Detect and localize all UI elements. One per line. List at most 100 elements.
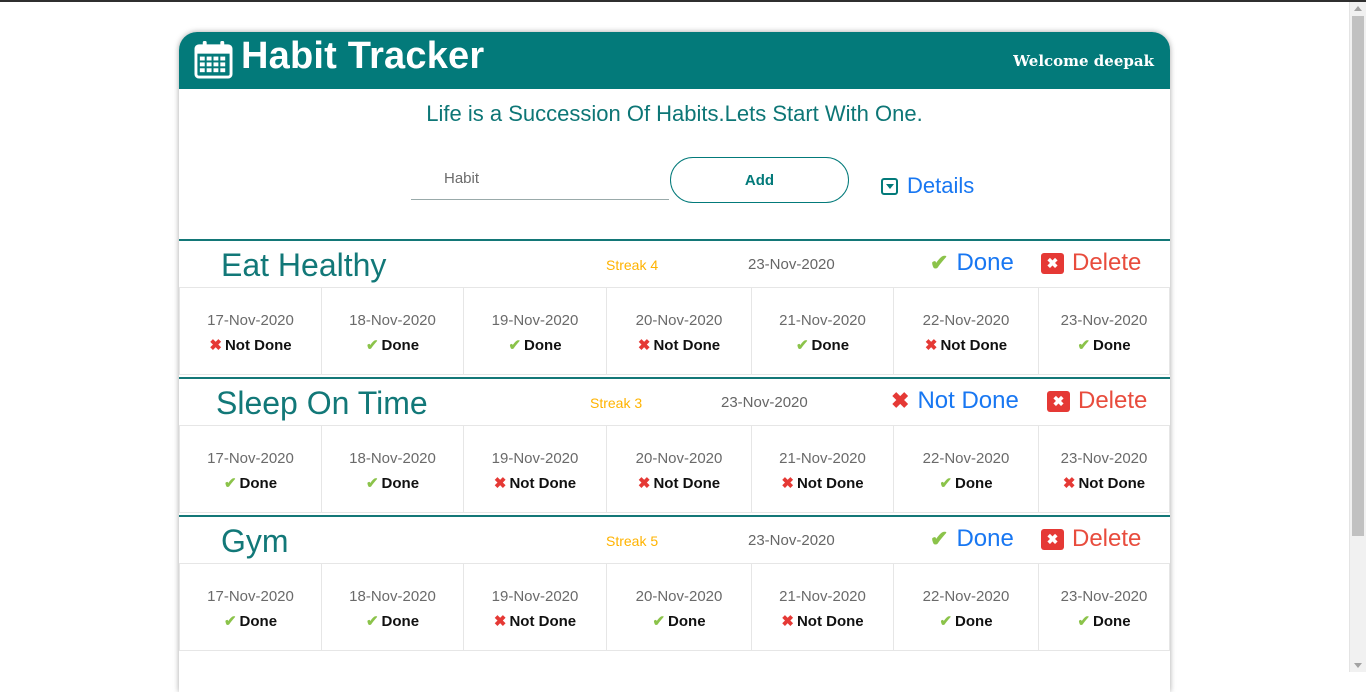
x-icon: ✖ [1062,475,1076,492]
habit-date: 23-Nov-2020 [748,532,835,549]
day-status-label: Done [381,337,420,354]
day-status-label: Done [239,613,278,630]
check-icon: ✔ [930,250,949,275]
habit-status-toggle[interactable]: ✔ Done [930,249,1014,277]
habit-status-toggle[interactable]: ✖ Not Done [891,387,1019,415]
day-status: ✖ Not Done [752,612,893,630]
day-status: ✔ Done [1039,336,1169,354]
habit-name: Gym [221,523,289,559]
scrollbar-thumb[interactable] [1352,16,1364,536]
day-date: 21-Nov-2020 [779,312,866,329]
habit-status-label: Done [956,525,1014,552]
day-status: ✖ Not Done [1039,474,1169,492]
check-icon: ✔ [652,613,666,630]
day-status: ✔ Done [180,612,321,630]
check-icon: ✔ [930,526,949,551]
x-icon: ✖ [781,475,794,492]
day-status: ✖ Not Done [752,474,893,492]
habit-name: Sleep On Time [216,385,428,421]
details-toggle[interactable]: Details [881,173,974,199]
day-status-label: Done [668,613,706,630]
day-status-label: Done [524,337,562,354]
day-status: ✔ Done [322,474,463,492]
streak-label: Streak 4 [606,257,659,273]
day-date: 22-Nov-2020 [922,312,1010,329]
day-status-label: Done [381,613,420,630]
habit-input[interactable] [411,158,669,200]
day-status: ✔ Done [607,612,751,630]
habit-date: 23-Nov-2020 [748,256,835,273]
app-title: Habit Tracker [241,35,485,77]
day-status: ✔ Done [752,336,893,354]
day-cell: 21-Nov-2020 ✖ Not Done [751,425,894,513]
day-status: ✖ Not Done [894,336,1038,354]
x-icon: ✖ [637,337,651,354]
scroll-down-arrow[interactable] [1354,663,1362,668]
streak-label: Streak 5 [606,533,659,549]
day-status-label: Not Done [224,337,292,354]
delete-button[interactable]: ✖ Delete [1041,249,1141,277]
habit-status-label: Not Done [917,387,1019,414]
x-square-icon: ✖ [1041,528,1064,550]
check-icon: ✔ [365,613,379,630]
day-date: 17-Nov-2020 [207,312,294,329]
day-cell: 17-Nov-2020 ✔ Done [179,425,322,513]
x-icon: ✖ [924,337,938,354]
day-status-label: Not Done [796,613,864,630]
scroll-up-arrow[interactable] [1354,6,1362,11]
habit-status-label: Done [956,249,1014,276]
caret-square-down-icon [881,177,898,195]
day-status: ✖ Not Done [464,474,606,492]
day-cell: 21-Nov-2020 ✖ Not Done [751,563,894,651]
day-date: 18-Nov-2020 [349,588,436,605]
delete-button[interactable]: ✖ Delete [1047,387,1147,415]
page-scrollbar[interactable] [1349,2,1366,672]
check-icon: ✔ [939,475,953,492]
day-status: ✔ Done [464,336,606,354]
day-date: 21-Nov-2020 [779,588,866,605]
day-cell: 18-Nov-2020 ✔ Done [321,287,464,375]
delete-label: Delete [1072,525,1142,552]
day-status: ✔ Done [180,474,321,492]
day-date: 23-Nov-2020 [1060,312,1148,329]
day-status-label: Done [1093,613,1131,630]
day-date: 22-Nov-2020 [922,450,1010,467]
day-cell: 23-Nov-2020 ✔ Done [1038,287,1170,375]
habit-status-toggle[interactable]: ✔ Done [930,525,1014,553]
day-date: 22-Nov-2020 [922,588,1010,605]
day-cell: 20-Nov-2020 ✔ Done [606,563,752,651]
tagline: Life is a Succession Of Habits.Lets Star… [426,101,923,126]
day-status-label: Done [811,337,850,354]
welcome-text: Welcome deepak [1013,52,1154,70]
delete-label: Delete [1078,387,1148,414]
habit-row: Gym Streak 5 23-Nov-2020 ✔ Done ✖ Delete 17-Nov… [179,515,1170,653]
day-cell: 22-Nov-2020 ✔ Done [893,425,1039,513]
day-cell: 22-Nov-2020 ✖ Not Done [893,287,1039,375]
day-cell: 19-Nov-2020 ✖ Not Done [463,425,607,513]
day-status-label: Not Done [509,475,577,492]
day-status-label: Not Done [653,337,721,354]
x-square-icon: ✖ [1047,390,1070,412]
check-icon: ✔ [508,337,522,354]
app-header: Habit Tracker Welcome deepak [179,32,1170,89]
habit-name: Eat Healthy [221,247,387,283]
day-cell: 17-Nov-2020 ✖ Not Done [179,287,322,375]
check-icon: ✔ [1077,613,1091,630]
habit-row: Sleep On Time Streak 3 23-Nov-2020 ✖ Not Don… [179,377,1170,515]
day-status-label: Not Done [796,475,864,492]
day-date: 20-Nov-2020 [635,588,723,605]
day-date: 18-Nov-2020 [349,450,436,467]
calendar-icon [194,40,233,79]
delete-button[interactable]: ✖ Delete [1041,525,1141,553]
day-status: ✔ Done [1039,612,1169,630]
add-button[interactable]: Add [670,157,849,203]
day-cell: 18-Nov-2020 ✔ Done [321,563,464,651]
day-date: 17-Nov-2020 [207,588,294,605]
day-cell: 20-Nov-2020 ✖ Not Done [606,425,752,513]
day-status-label: Not Done [1078,475,1146,492]
x-icon: ✖ [209,337,222,354]
day-date: 21-Nov-2020 [779,450,866,467]
day-status: ✔ Done [894,612,1038,630]
habit-row: Eat Healthy Streak 4 23-Nov-2020 ✔ Done ✖ Dele… [179,239,1170,377]
day-date: 19-Nov-2020 [491,450,579,467]
